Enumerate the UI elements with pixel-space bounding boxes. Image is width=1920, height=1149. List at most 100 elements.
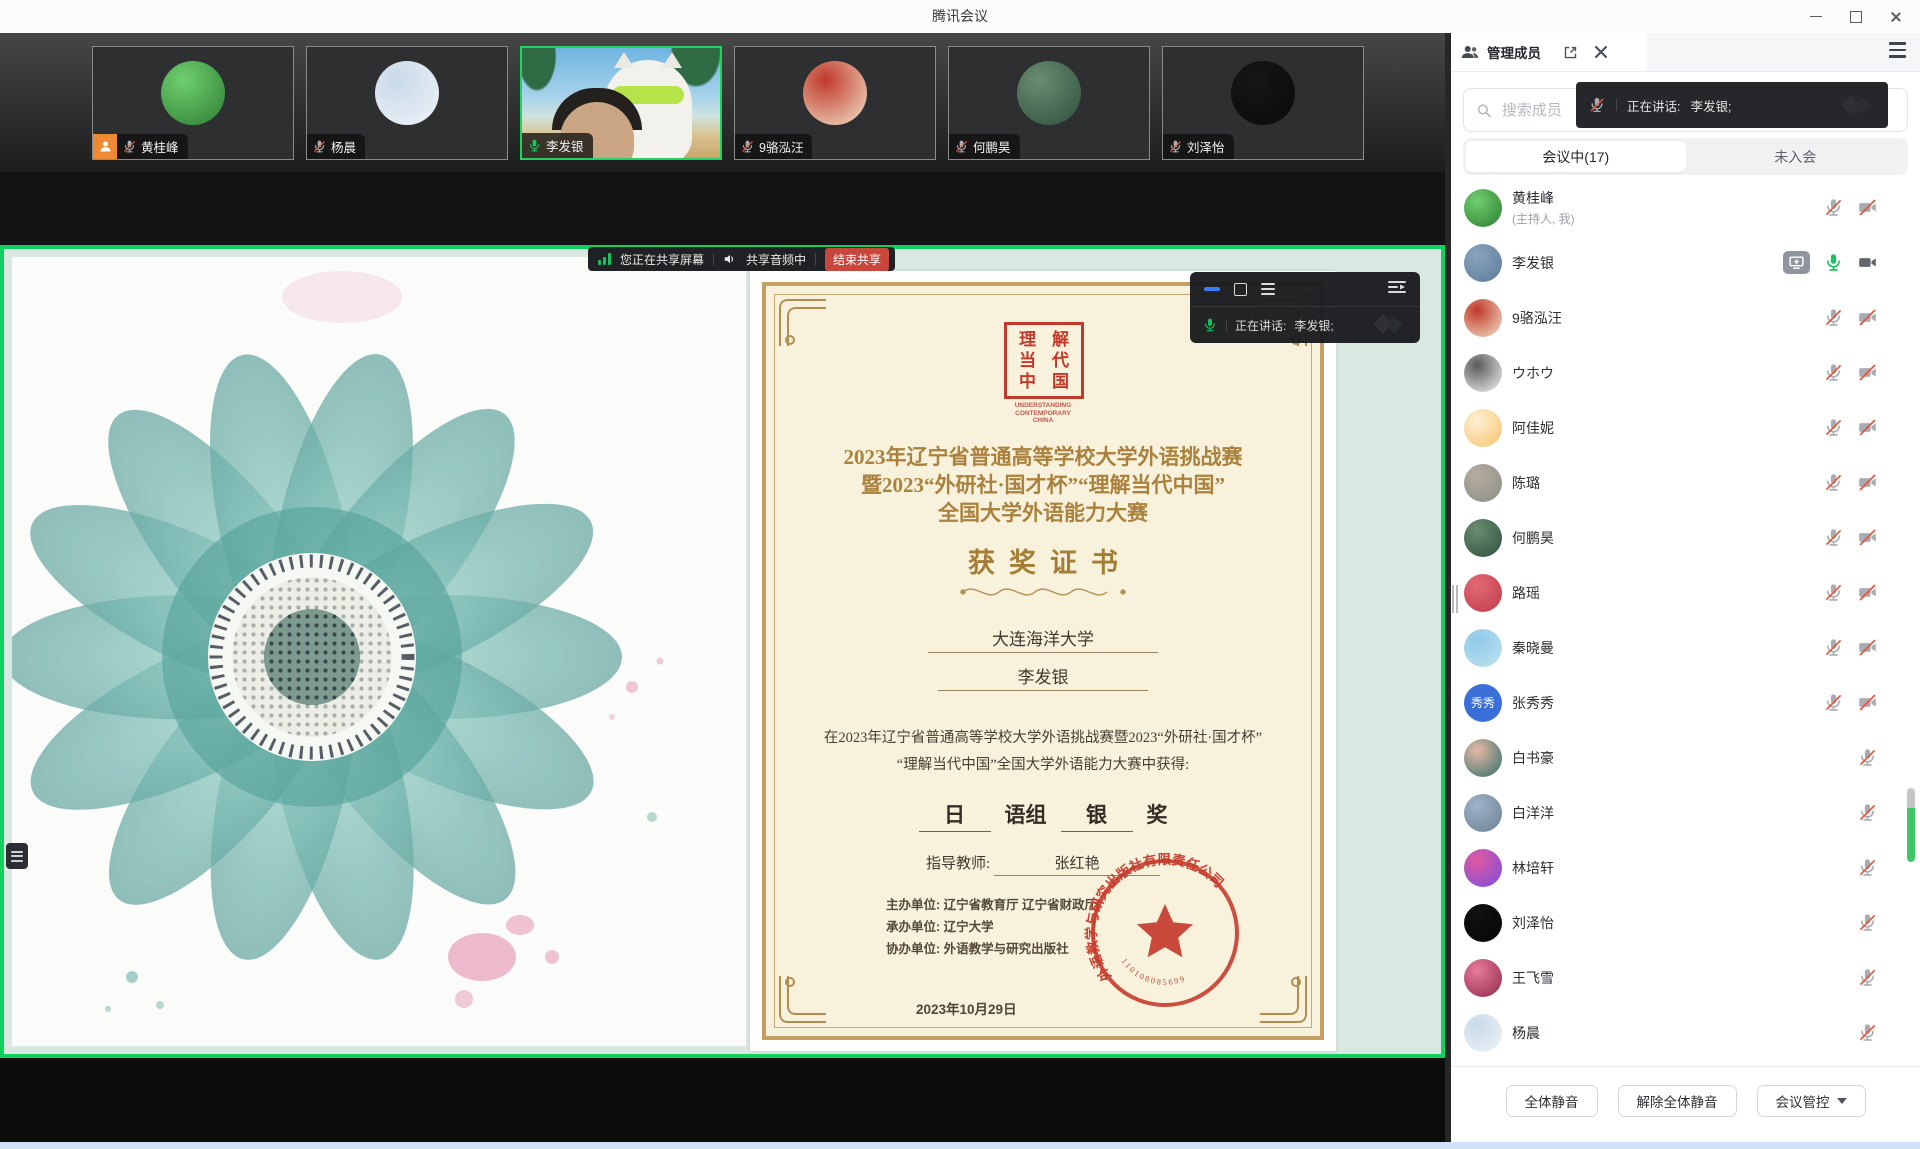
video-tile[interactable]: 何鹏昊 xyxy=(948,46,1150,160)
member-row[interactable]: 黄桂峰 (主持人, 我) xyxy=(1451,180,1920,235)
member-row[interactable]: 秀秀 张秀秀 xyxy=(1451,675,1920,730)
members-icon xyxy=(1461,44,1479,60)
video-tile[interactable]: 黄桂峰 xyxy=(92,46,294,160)
popout-panel-icon[interactable] xyxy=(1563,45,1578,60)
member-row[interactable]: 李发银 xyxy=(1451,235,1920,290)
member-row[interactable]: 白书豪 xyxy=(1451,730,1920,785)
mic-icon[interactable] xyxy=(1823,362,1844,383)
participant-name: 杨晨 xyxy=(331,137,356,156)
member-row[interactable]: 白洋洋 xyxy=(1451,785,1920,840)
video-tile[interactable]: 杨晨 xyxy=(306,46,508,160)
camera-icon[interactable] xyxy=(1857,197,1878,218)
mic-icon xyxy=(740,139,755,154)
tab-not-joined[interactable]: 未入会 xyxy=(1686,141,1906,172)
member-row[interactable]: 刘泽怡 xyxy=(1451,895,1920,950)
maximize-icon xyxy=(1850,11,1862,23)
video-tile[interactable]: 9骆泓汪 xyxy=(734,46,936,160)
mic-icon[interactable] xyxy=(1823,472,1844,493)
certificate-title-line3: 全国大学外语能力大赛 xyxy=(766,499,1320,527)
mic-icon[interactable] xyxy=(1857,747,1878,768)
mic-icon[interactable] xyxy=(1857,1022,1878,1043)
panel-minimize-icon[interactable] xyxy=(1204,287,1220,291)
understanding-contemporary-china-seal: 理解当代中国 UNDERSTANDINGCONTEMPORARYCHINA xyxy=(1004,322,1082,425)
mic-icon[interactable] xyxy=(1857,857,1878,878)
meeting-control-button[interactable]: 会议管控 xyxy=(1757,1085,1866,1117)
signal-bars-icon xyxy=(598,253,611,265)
mic-icon[interactable] xyxy=(1823,417,1844,438)
mic-icon xyxy=(527,138,542,153)
member-row[interactable]: 林培轩 xyxy=(1451,840,1920,895)
camera-icon[interactable] xyxy=(1857,362,1878,383)
member-row[interactable]: 王飞雪 xyxy=(1451,950,1920,1005)
mic-icon[interactable] xyxy=(1823,582,1844,603)
mic-icon[interactable] xyxy=(1823,637,1844,658)
camera-icon[interactable] xyxy=(1857,527,1878,548)
panel-layout-icon[interactable] xyxy=(1388,280,1406,299)
panel-menu-icon[interactable] xyxy=(1889,42,1906,58)
speaking-label: 正在讲话: xyxy=(1235,317,1286,334)
school-name-row: 大连海洋大学 xyxy=(766,625,1320,653)
panel-title: 管理成员 xyxy=(1487,42,1541,62)
mic-icon[interactable] xyxy=(1857,802,1878,823)
member-row[interactable]: 何鹏昊 xyxy=(1451,510,1920,565)
member-name: 张秀秀 xyxy=(1512,693,1554,713)
close-panel-icon[interactable] xyxy=(1594,45,1608,59)
window-titlebar: 腾讯会议 xyxy=(0,0,1920,34)
member-name: ウホウ xyxy=(1512,363,1554,383)
mic-icon[interactable] xyxy=(1823,692,1844,713)
unmute-all-button[interactable]: 解除全体静音 xyxy=(1618,1085,1737,1117)
member-row[interactable]: 杨晨 xyxy=(1451,1005,1920,1060)
stop-share-button[interactable]: 结束共享 xyxy=(825,248,889,271)
tab-in-meeting[interactable]: 会议中(17) xyxy=(1466,141,1686,172)
member-row[interactable]: 9骆泓汪 xyxy=(1451,290,1920,345)
camera-icon[interactable] xyxy=(1857,307,1878,328)
avatar xyxy=(1464,299,1502,337)
camera-icon[interactable] xyxy=(1857,637,1878,658)
search-icon xyxy=(1476,102,1492,119)
speaking-toast: 正在讲话: 李发银; xyxy=(1576,82,1888,128)
award-group: 日 xyxy=(919,799,991,832)
mute-all-button[interactable]: 全体静音 xyxy=(1506,1085,1598,1117)
maximize-button[interactable] xyxy=(1836,0,1876,33)
annotation-toolbar-handle[interactable] xyxy=(6,843,28,869)
minimize-button[interactable] xyxy=(1796,0,1836,33)
screen-share-status-bar: 您正在共享屏幕 共享音频中 结束共享 xyxy=(588,247,895,271)
mic-icon[interactable] xyxy=(1823,252,1844,273)
camera-icon[interactable] xyxy=(1857,252,1878,273)
award-level: 银 xyxy=(1061,799,1133,832)
audio-share-label: 共享音频中 xyxy=(746,251,806,268)
mic-icon[interactable] xyxy=(1823,527,1844,548)
panel-window-icon[interactable] xyxy=(1234,283,1247,296)
mic-icon[interactable] xyxy=(1857,912,1878,933)
member-row[interactable]: 陈璐 xyxy=(1451,455,1920,510)
flourish-ornament xyxy=(766,584,1320,605)
video-tile[interactable]: 刘泽怡 xyxy=(1162,46,1364,160)
mic-icon[interactable] xyxy=(1857,967,1878,988)
mic-icon[interactable] xyxy=(1823,307,1844,328)
camera-icon[interactable] xyxy=(1857,417,1878,438)
mic-icon xyxy=(122,139,137,154)
tile-name-badge: 刘泽怡 xyxy=(1163,134,1234,159)
member-row[interactable]: 秦晓曼 xyxy=(1451,620,1920,675)
mic-icon[interactable] xyxy=(1823,197,1844,218)
camera-icon[interactable] xyxy=(1857,582,1878,603)
sharing-status-label: 您正在共享屏幕 xyxy=(620,251,704,268)
member-name: 秦晓曼 xyxy=(1512,638,1554,658)
member-row[interactable]: 阿佳妮 xyxy=(1451,400,1920,455)
camera-icon[interactable] xyxy=(1857,472,1878,493)
member-name: 何鹏昊 xyxy=(1512,528,1554,548)
avatar xyxy=(1464,904,1502,942)
school-name: 大连海洋大学 xyxy=(928,625,1158,653)
camera-icon[interactable] xyxy=(1857,692,1878,713)
member-name: 9骆泓汪 xyxy=(1512,308,1562,328)
certificate-title-line2: 暨2023“外研社·国才杯”“理解当代中国” xyxy=(766,471,1320,499)
member-row[interactable]: ウホウ xyxy=(1451,345,1920,400)
publisher-red-seal: 外语教学与研究出版社有限责任公司 110108085699 xyxy=(1084,852,1246,1014)
panel-list-view-icon[interactable] xyxy=(1261,283,1275,296)
mic-icon xyxy=(312,139,327,154)
speaker-panel-status: 正在讲话: 李发银; xyxy=(1190,307,1420,343)
close-window-button[interactable] xyxy=(1876,0,1916,33)
scrollbar-thumb[interactable] xyxy=(1907,788,1915,862)
video-tile[interactable]: 李发银 xyxy=(520,46,722,160)
member-row[interactable]: 路瑶 xyxy=(1451,565,1920,620)
